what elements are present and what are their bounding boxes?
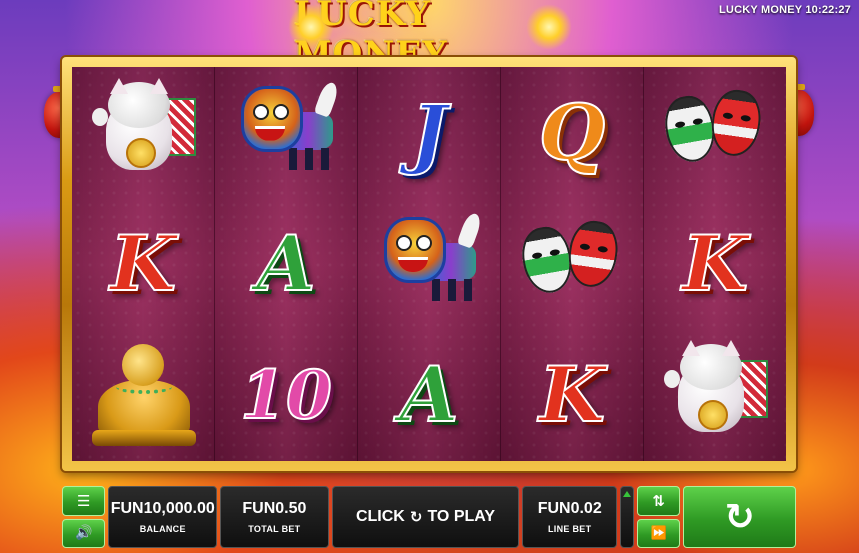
reel-5: K [644,67,786,461]
menu-button[interactable]: ☰ [62,486,106,516]
reel-2-row-2: A [215,198,357,329]
reel-4-row-3: K [501,330,643,461]
reel-4-row-2 [501,198,643,329]
reel-2-row-3: 10 [215,330,357,461]
opera-masks-symbol-icon [660,78,770,188]
ten-symbol: 10 [239,356,333,435]
firework-icon [526,4,572,50]
buddha-symbol-icon [88,340,198,450]
reel-5-row-2: K [644,198,786,329]
control-bar: ☰ 🔊 FUN10,000.00 BALANCE FUN0.50 TOTAL B… [62,486,796,548]
letter-k-symbol: K [109,218,177,308]
reel-frame: K A 10 J A Q K K [62,57,796,471]
letter-k-symbol: K [538,350,606,440]
speaker-icon: 🔊 [75,525,93,542]
opera-masks-symbol-icon [517,209,627,319]
letter-j-symbol: J [410,87,448,177]
reel-5-row-1 [644,67,786,198]
reel-3-row-1: J [358,67,500,198]
play-text-after: TO PLAY [427,508,496,525]
reel-1: K [72,67,215,461]
line-bet-label: LINE BET [548,524,592,534]
reel-1-row-3 [72,330,214,461]
reel-3: J A [358,67,501,461]
reel-5-row-3 [644,330,786,461]
letter-a-symbol: A [256,218,317,308]
line-bet-value: FUN0.02 [537,500,602,517]
spin-button[interactable]: ↻ [683,486,796,548]
balance-panel: FUN10,000.00 BALANCE [108,486,218,548]
game-clock: LUCKY MONEY 10:22:27 [719,4,851,16]
balance-label: BALANCE [139,524,186,534]
line-bet-panel[interactable]: FUN0.02 LINE BET [522,486,618,548]
reel-2-row-1 [215,67,357,198]
reel-1-row-2: K [72,198,214,329]
letter-a-symbol: A [399,350,460,440]
lion-dance-symbol-icon [231,78,341,188]
reel-4-row-1: Q [501,67,643,198]
balance-value: FUN10,000.00 [110,500,215,517]
total-bet-panel[interactable]: FUN0.50 TOTAL BET [220,486,329,548]
letter-k-symbol: K [681,218,749,308]
reel-3-row-3: A [358,330,500,461]
click-to-play-panel[interactable]: CLICK ↻ TO PLAY [331,486,520,548]
menu-sound-stack: ☰ 🔊 [62,486,106,548]
line-bet-increase-arrow-icon[interactable] [623,491,632,497]
game-logo: LUCKY MONEY [288,0,572,74]
letter-q-symbol: Q [538,87,606,177]
lion-dance-symbol-icon [374,209,484,319]
total-bet-value: FUN0.50 [242,500,307,517]
play-text-before: CLICK [355,508,405,525]
reel-4: Q K [501,67,644,461]
reel-grid: K A 10 J A Q K K [72,67,786,461]
fast-forward-button[interactable]: ⏩ [636,518,681,548]
reel-2: A 10 [215,67,358,461]
fast-forward-icon: ⏩ [650,525,667,541]
total-bet-label: TOTAL BET [248,524,301,534]
firework-icon [288,4,334,50]
autoplay-icon: ⇅ [652,491,665,510]
sound-button[interactable]: 🔊 [62,518,106,548]
hamburger-menu-icon: ☰ [76,491,91,510]
line-bet-stepper [620,486,634,548]
lucky-cat-symbol-icon [660,340,770,450]
lucky-cat-symbol-icon [88,77,198,188]
spin-icon: ↻ [724,496,755,538]
autoplay-turbo-stack: ⇅ ⏩ [636,486,681,548]
autoplay-button[interactable]: ⇅ [636,486,681,516]
refresh-icon: ↻ [409,508,423,526]
reel-1-row-1 [72,67,214,198]
reel-3-row-2 [358,198,500,329]
